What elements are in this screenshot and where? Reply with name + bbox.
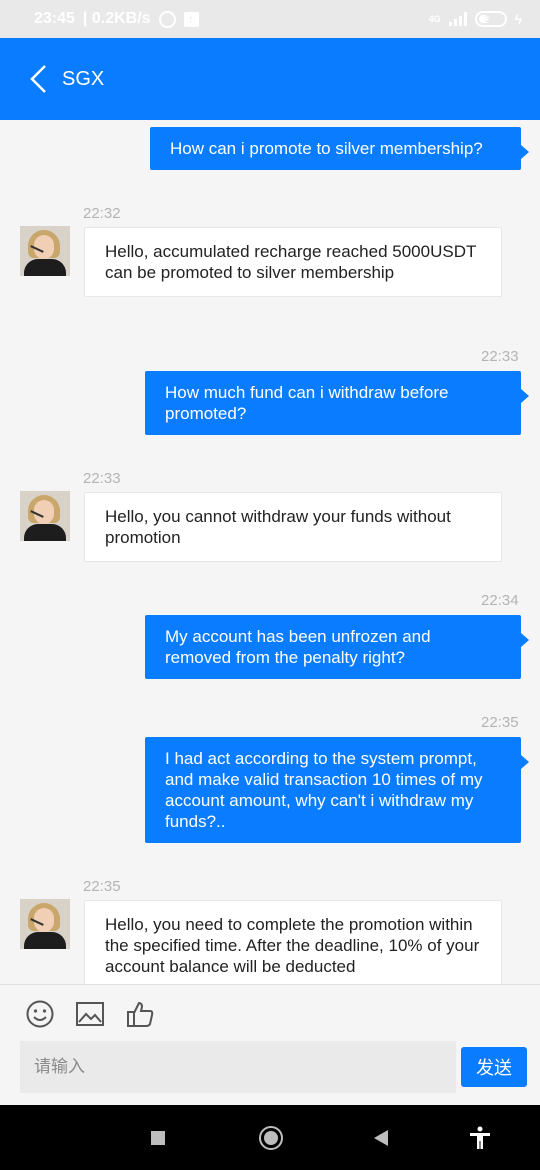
message-incoming: Hello, you cannot withdraw your funds wi… bbox=[84, 492, 502, 562]
send-button[interactable]: 发送 bbox=[461, 1047, 527, 1087]
status-bar: 23:45 | 0.2KB/s ↑ 4G 35 ϟ bbox=[0, 0, 540, 38]
message-text: Hello, you need to complete the promotio… bbox=[105, 915, 480, 976]
thumbs-up-icon[interactable] bbox=[125, 999, 155, 1029]
accessibility-icon[interactable] bbox=[467, 1125, 493, 1151]
app-header: SGX bbox=[0, 38, 540, 120]
system-nav-bar bbox=[0, 1105, 540, 1170]
emoji-icon[interactable] bbox=[25, 999, 55, 1029]
composer: 发送 bbox=[0, 984, 540, 1105]
chat-area[interactable]: How can i promote to silver membership? … bbox=[0, 120, 540, 984]
back-triangle-icon[interactable] bbox=[368, 1125, 394, 1151]
upload-icon: ↑ bbox=[183, 11, 199, 27]
alarm-icon bbox=[158, 10, 176, 28]
agent-avatar bbox=[20, 899, 70, 949]
message-text: How can i promote to silver membership? bbox=[170, 139, 483, 158]
message-text: Hello, accumulated recharge reached 5000… bbox=[105, 242, 477, 282]
square-icon[interactable] bbox=[145, 1125, 171, 1151]
status-right: 4G 35 ϟ bbox=[429, 11, 522, 27]
message-timestamp: 22:34 bbox=[481, 592, 519, 609]
message-input[interactable] bbox=[20, 1041, 456, 1093]
message-text: My account has been unfrozen and removed… bbox=[165, 627, 431, 667]
charging-icon: ϟ bbox=[514, 11, 522, 27]
message-timestamp: 22:33 bbox=[83, 470, 121, 487]
back-button[interactable] bbox=[18, 59, 58, 99]
message-text: I had act according to the system prompt… bbox=[165, 749, 483, 831]
network-type-label: 4G bbox=[428, 13, 441, 24]
status-time: 23:45 bbox=[34, 10, 75, 27]
message-incoming: Hello, accumulated recharge reached 5000… bbox=[84, 227, 502, 297]
message-outgoing: My account has been unfrozen and removed… bbox=[145, 615, 529, 679]
status-net-speed: | 0.2KB/s bbox=[82, 10, 151, 27]
home-circle-icon[interactable] bbox=[258, 1125, 284, 1151]
agent-avatar bbox=[20, 491, 70, 541]
chevron-left-icon bbox=[30, 65, 46, 93]
message-timestamp: 22:33 bbox=[481, 348, 519, 365]
agent-avatar bbox=[20, 226, 70, 276]
message-text: Hello, you cannot withdraw your funds wi… bbox=[105, 507, 451, 547]
page-title: SGX bbox=[62, 67, 105, 90]
status-left: 23:45 | 0.2KB/s ↑ bbox=[34, 10, 199, 28]
signal-icon bbox=[448, 12, 467, 26]
battery-icon: 35 bbox=[474, 11, 507, 27]
message-timestamp: 22:35 bbox=[481, 714, 519, 731]
message-text: How much fund can i withdraw before prom… bbox=[165, 383, 449, 423]
message-outgoing: I had act according to the system prompt… bbox=[145, 737, 529, 843]
image-icon[interactable] bbox=[75, 999, 105, 1029]
message-timestamp: 22:32 bbox=[83, 205, 121, 222]
message-outgoing: How can i promote to silver membership? bbox=[150, 127, 529, 170]
message-outgoing: How much fund can i withdraw before prom… bbox=[145, 371, 529, 435]
message-timestamp: 22:35 bbox=[83, 878, 121, 895]
message-incoming: Hello, you need to complete the promotio… bbox=[84, 900, 502, 984]
battery-level: 35 bbox=[485, 13, 497, 25]
